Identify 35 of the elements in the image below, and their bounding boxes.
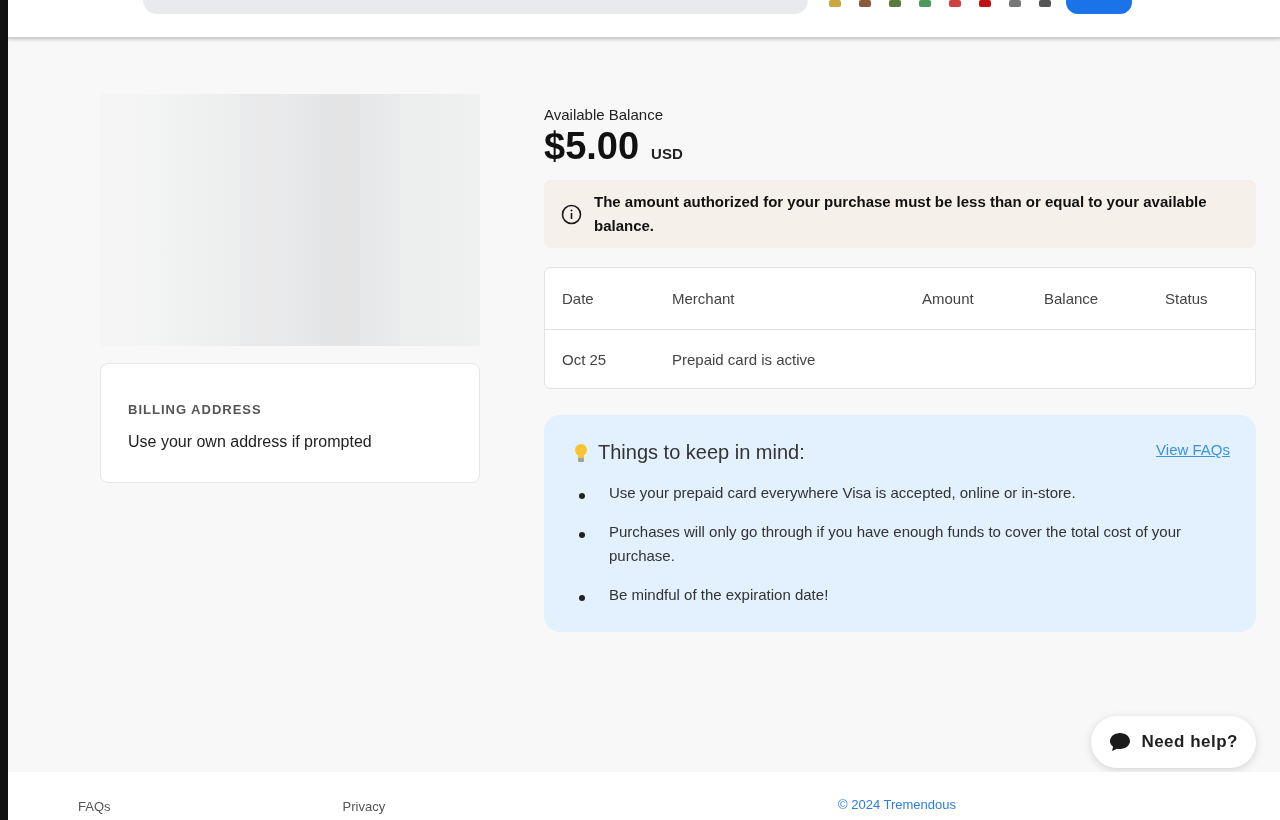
- copyright-link[interactable]: © 2024 Tremendous: [838, 797, 956, 812]
- notice-text: The amount authorized for your purchase must be less than or equal to your available balance.: [594, 192, 1208, 236]
- table-cell: Oct 25: [562, 350, 607, 368]
- extension-icon[interactable]: [858, 0, 872, 8]
- profile-button[interactable]: [1066, 0, 1132, 14]
- tip-text: Use your prepaid card everywhere Visa is accepted, online or in-store.: [609, 483, 1076, 503]
- extension-icon[interactable]: [1038, 0, 1052, 8]
- extension-icon[interactable]: [948, 0, 962, 8]
- lightbulb-icon: [574, 442, 588, 463]
- billing-heading: BILLING ADDRESS: [128, 402, 263, 417]
- need-help-button[interactable]: Need help?: [1091, 716, 1256, 768]
- extension-icon[interactable]: [918, 0, 932, 8]
- tip-text: Be mindful of the expiration date!: [609, 585, 829, 605]
- bullet-icon: [579, 493, 585, 499]
- bullet-icon: [579, 595, 585, 601]
- column-header: Status: [1165, 290, 1209, 307]
- extension-icon[interactable]: [888, 0, 902, 8]
- currency-label: USD: [651, 145, 683, 162]
- tip-text: Purchases will only go through if you have enough funds to cover the total cost of your purchase.: [609, 522, 1182, 566]
- table-cell: Prepaid card is active: [672, 350, 816, 368]
- column-header: Balance: [1044, 290, 1100, 307]
- column-header: Amount: [922, 290, 975, 307]
- extension-icon[interactable]: [978, 0, 992, 8]
- chat-icon: [1109, 732, 1132, 752]
- tips-title: Things to keep in mind:: [598, 441, 805, 464]
- column-header: Date: [562, 290, 595, 307]
- column-header: Merchant: [672, 290, 736, 307]
- balance-label: Available Balance: [544, 106, 664, 123]
- balance-amount: $5.00: [544, 125, 640, 168]
- footer-link[interactable]: FAQs: [78, 799, 111, 814]
- billing-text: Use your own address if prompted: [128, 433, 373, 451]
- extension-icon[interactable]: [1008, 0, 1022, 8]
- footer-link[interactable]: Privacy: [342, 799, 386, 814]
- bullet-icon: [579, 532, 585, 538]
- info-icon: [561, 203, 582, 225]
